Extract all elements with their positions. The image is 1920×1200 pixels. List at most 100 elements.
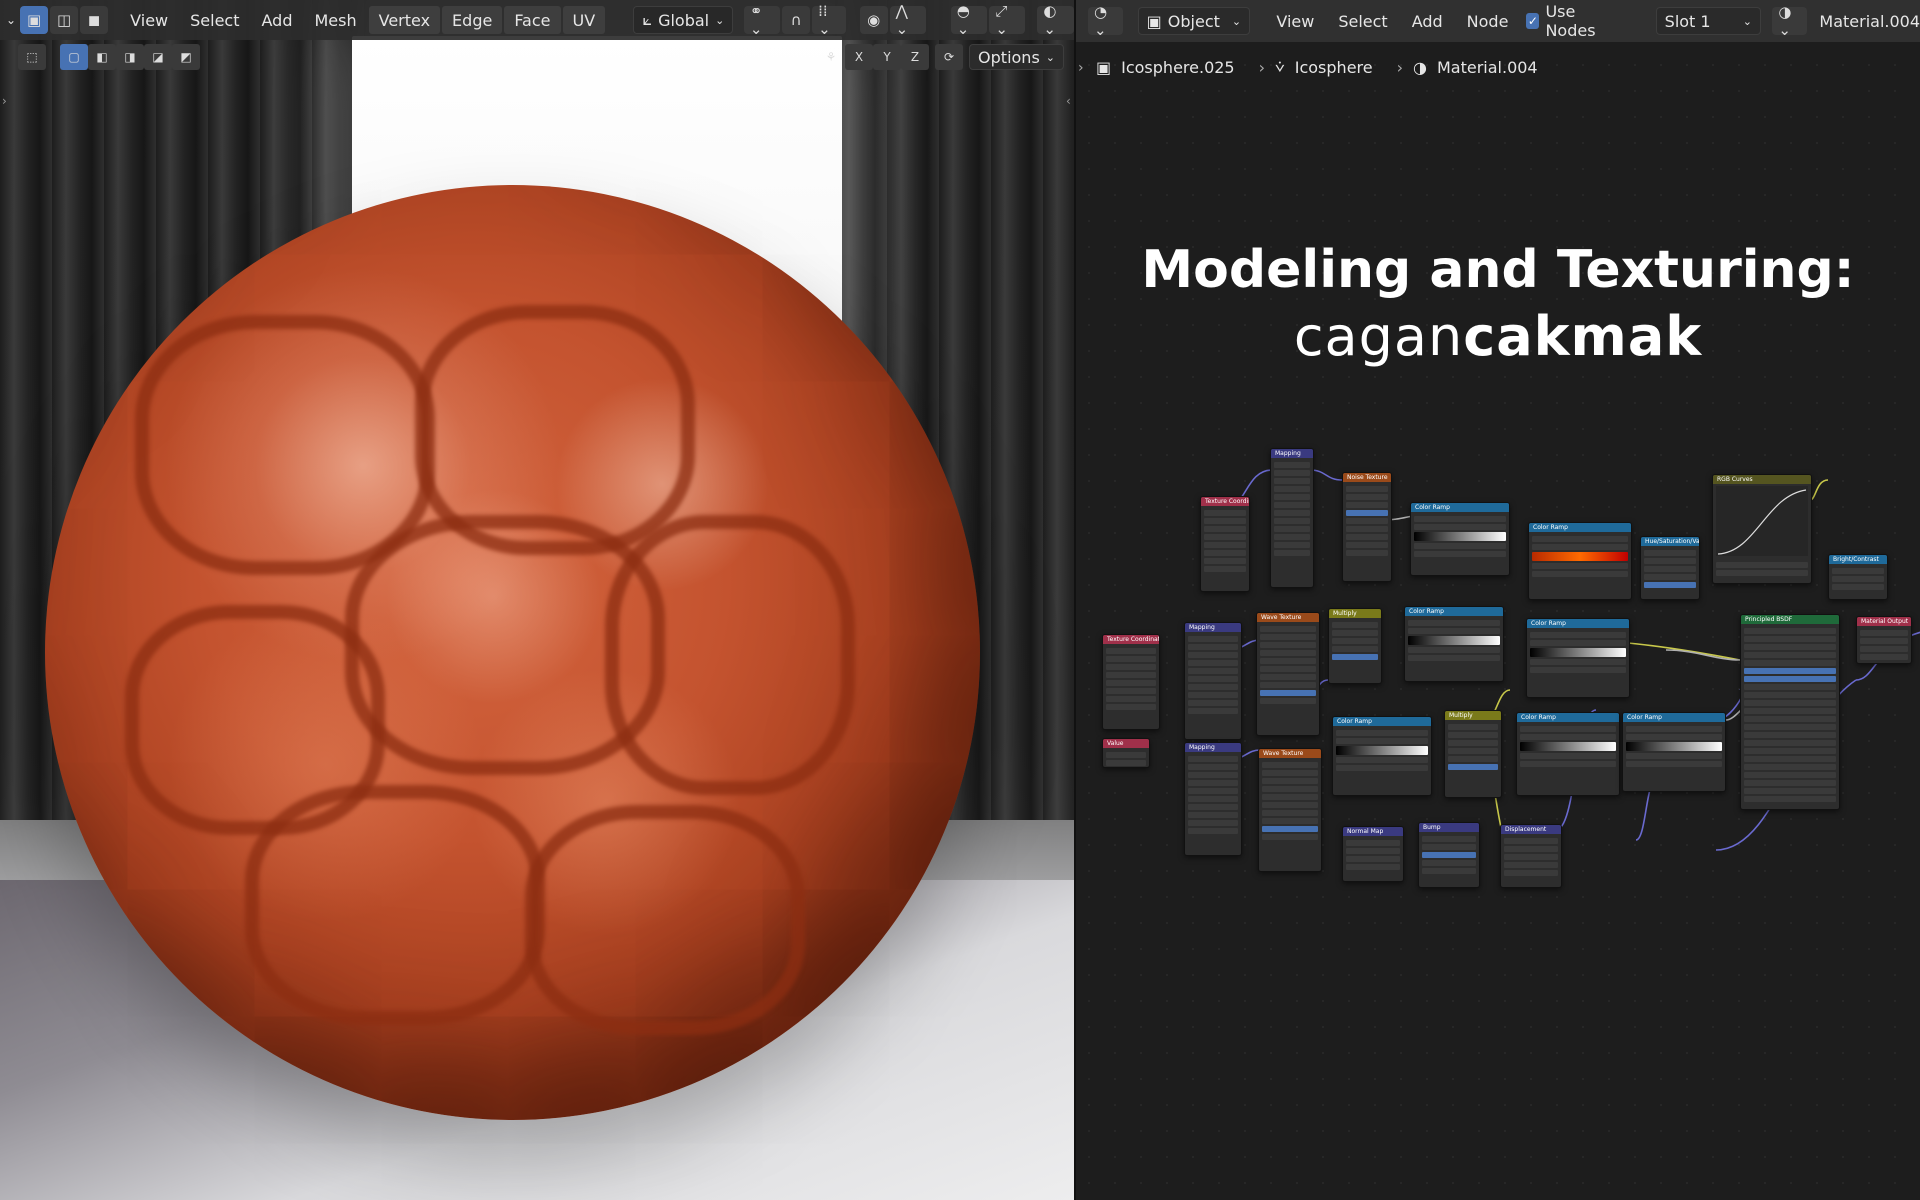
material-icon: ◑ <box>1413 57 1427 77</box>
axis-z-toggle[interactable]: Z <box>901 44 930 70</box>
node-multiply-2[interactable]: Multiply <box>1444 710 1502 798</box>
node-principled-bsdf[interactable]: Principled BSDF <box>1740 614 1840 810</box>
node-normal-map[interactable]: Normal Map <box>1342 826 1404 882</box>
checkbox-checked-icon: ✓ <box>1526 13 1540 29</box>
toolbar-expand-icon[interactable]: › <box>2 94 7 108</box>
3d-viewport[interactable]: ⌄ ▣ ◫ ◼ View Select Add Mesh Vertex Edge… <box>0 0 1074 1200</box>
vertex-select-icon[interactable]: ▣ <box>20 6 49 34</box>
node-material-output[interactable]: Material Output <box>1856 616 1912 664</box>
breadcrumb-object[interactable]: Icosphere.025 <box>1121 58 1234 77</box>
node-rgb-curves[interactable]: RGB Curves <box>1712 474 1812 584</box>
auto-merge-icon[interactable]: ⟳ <box>935 44 964 70</box>
gizmo-icon[interactable]: ⤢ ⌄ <box>989 2 1026 38</box>
author-bold: cakmak <box>1463 305 1703 368</box>
node-bright-contrast[interactable]: Bright/Contrast <box>1828 554 1888 600</box>
menu-select[interactable]: Select <box>1328 7 1397 35</box>
sidebar-expand-icon[interactable]: ‹ <box>1066 94 1071 108</box>
node-multiply-1[interactable]: Multiply <box>1328 608 1382 684</box>
node-color-ramp-6[interactable]: Color Ramp <box>1516 712 1620 796</box>
select-mode-difference-icon[interactable]: ◪ <box>144 44 172 70</box>
transform-orientation-dropdown[interactable]: ⟀ Global ⌄ <box>633 6 734 34</box>
menu-mesh[interactable]: Mesh <box>304 6 366 34</box>
menu-edge[interactable]: Edge <box>442 6 503 34</box>
proportional-editing-icon[interactable]: ◉ <box>859 6 888 34</box>
node-color-ramp-3[interactable]: Color Ramp <box>1404 606 1504 682</box>
author-light: cagan <box>1293 305 1464 368</box>
menu-face[interactable]: Face <box>504 6 561 34</box>
node-mapping-2[interactable]: Mapping <box>1184 622 1242 740</box>
menu-uv[interactable]: UV <box>562 6 606 34</box>
node-color-ramp-7[interactable]: Color Ramp <box>1622 712 1726 792</box>
node-texture-coordinate-2[interactable]: Texture Coordinate <box>1102 634 1160 730</box>
node-displacement[interactable]: Displacement <box>1500 824 1562 888</box>
node-header: Bump <box>1419 823 1479 832</box>
falloff-icon[interactable]: ⋀ ⌄ <box>889 2 926 38</box>
menu-select[interactable]: Select <box>180 6 249 34</box>
node-bump[interactable]: Bump <box>1418 822 1480 888</box>
select-mode-intersect-icon[interactable]: ◩ <box>172 44 200 70</box>
crack <box>605 515 855 795</box>
axis-y-toggle[interactable]: Y <box>873 44 902 70</box>
breadcrumb-material[interactable]: Material.004 <box>1437 58 1538 77</box>
node-texture-coordinate-1[interactable]: Texture Coordinate <box>1200 496 1250 592</box>
material-browse-icon[interactable]: ◑ ⌄ <box>1772 3 1808 39</box>
node-header: Color Ramp <box>1405 607 1503 616</box>
menu-add[interactable]: Add <box>252 6 303 34</box>
menu-add[interactable]: Add <box>1402 7 1453 35</box>
visibility-icon[interactable]: ◓ ⌄ <box>950 2 988 38</box>
orientation-icon: ⟀ <box>642 10 653 29</box>
options-label: Options <box>978 47 1040 67</box>
edge-select-icon[interactable]: ◫ <box>50 6 79 34</box>
breadcrumb-mesh[interactable]: Icosphere <box>1295 58 1373 77</box>
snap-target-icon[interactable]: ⁞⁞ ⌄ <box>812 2 846 38</box>
node-color-ramp-5[interactable]: Color Ramp <box>1332 716 1432 796</box>
menu-view[interactable]: View <box>1266 7 1324 35</box>
node-color-ramp-1[interactable]: Color Ramp <box>1410 502 1510 576</box>
menu-vertex[interactable]: Vertex <box>368 6 441 34</box>
slot-dropdown[interactable]: Slot 1 ⌄ <box>1655 7 1762 35</box>
object-icon: ▣ <box>1096 57 1112 77</box>
pivot-point-icon[interactable]: ⚭ ⌄ <box>743 2 781 38</box>
node-header: Mapping <box>1271 449 1313 458</box>
node-header: RGB Curves <box>1713 475 1811 484</box>
snap-icon[interactable]: ∩ <box>782 6 811 34</box>
use-nodes-checkbox[interactable]: ✓ Use Nodes <box>1526 2 1614 40</box>
node-value[interactable]: Value <box>1102 738 1150 768</box>
select-box-tool-icon[interactable]: ⬚ <box>18 44 46 70</box>
node-noise-texture[interactable]: Noise Texture <box>1342 472 1392 582</box>
material-name-field[interactable]: Material.004 <box>1811 12 1920 31</box>
textured-sphere[interactable] <box>45 185 980 1120</box>
select-mode-extend-icon[interactable]: ◧ <box>88 44 116 70</box>
mirror-icon[interactable]: ⚘ <box>817 44 845 70</box>
shader-editor-header: ◔ ⌄ ▣ Object ⌄ View Select Add Node ✓ Us… <box>1076 0 1920 42</box>
node-mapping-1[interactable]: Mapping <box>1270 448 1314 588</box>
node-header: Multiply <box>1445 711 1501 720</box>
menu-node[interactable]: Node <box>1457 7 1519 35</box>
crack <box>135 315 435 575</box>
node-color-ramp-4[interactable]: Color Ramp <box>1526 618 1630 698</box>
options-dropdown[interactable]: Options ⌄ <box>969 44 1064 70</box>
menu-view[interactable]: View <box>120 6 178 34</box>
mode-dropdown[interactable]: ▣ Object ⌄ <box>1137 7 1251 35</box>
chevron-down-icon: ⌄ <box>1742 14 1753 28</box>
node-wave-texture-1[interactable]: Wave Texture <box>1256 612 1320 736</box>
axis-x-toggle[interactable]: X <box>845 44 874 70</box>
shader-editor[interactable]: ◔ ⌄ ▣ Object ⌄ View Select Add Node ✓ Us… <box>1076 0 1920 1200</box>
overlays-icon[interactable]: ◐ ⌄ <box>1037 2 1074 38</box>
chevron-down-icon: ⌄ <box>1045 50 1055 64</box>
node-mapping-3[interactable]: Mapping <box>1184 742 1242 856</box>
select-mode-subtract-icon[interactable]: ◨ <box>116 44 144 70</box>
editor-collapse-icon[interactable]: ⌄ <box>4 6 18 34</box>
node-wires <box>1225 469 1920 861</box>
node-hue-saturation-value[interactable]: Hue/Saturation/Value <box>1640 536 1700 600</box>
editor-type-icon[interactable]: ◔ ⌄ <box>1088 3 1124 39</box>
mesh-icon: ⩒ <box>1275 57 1285 76</box>
curve-graph[interactable] <box>1716 486 1808 556</box>
node-color-ramp-2[interactable]: Color Ramp <box>1528 522 1632 600</box>
face-select-icon[interactable]: ◼ <box>80 6 109 34</box>
overlay-author: cagancakmak <box>1076 305 1920 368</box>
viewport-header: ⌄ ▣ ◫ ◼ View Select Add Mesh Vertex Edge… <box>0 0 1074 40</box>
select-mode-new-icon[interactable]: ▢ <box>60 44 88 70</box>
mode-value: Object <box>1167 11 1220 31</box>
node-wave-texture-2[interactable]: Wave Texture <box>1258 748 1322 872</box>
